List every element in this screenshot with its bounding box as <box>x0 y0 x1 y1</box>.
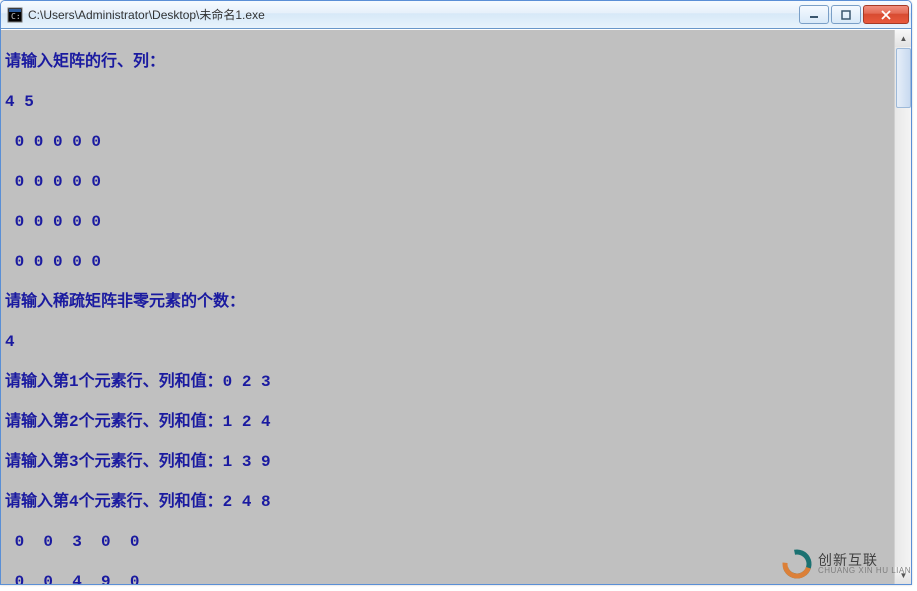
window-title: C:\Users\Administrator\Desktop\未命名1.exe <box>28 6 799 23</box>
console-output: 请输入矩阵的行、列： 4 5 0 0 0 0 0 0 0 0 0 0 0 0 0… <box>1 30 894 584</box>
app-icon: C: <box>7 7 23 23</box>
titlebar[interactable]: C: C:\Users\Administrator\Desktop\未命名1.e… <box>1 1 911 29</box>
close-button[interactable] <box>863 5 909 24</box>
watermark-logo-icon <box>780 547 814 581</box>
console-line: 请输入第1个元素行、列和值：0 2 3 <box>5 372 890 392</box>
scroll-up-arrow-icon[interactable]: ▲ <box>895 30 911 47</box>
console-line: 4 5 <box>5 92 890 112</box>
watermark-en: CHUANG XIN HU LIAN <box>818 567 911 575</box>
prompt-value: 0 2 3 <box>223 373 271 391</box>
console-line: 0 0 3 0 0 <box>5 532 890 552</box>
client-area: 请输入矩阵的行、列： 4 5 0 0 0 0 0 0 0 0 0 0 0 0 0… <box>1 29 911 584</box>
prompt-label: 请输入第3个元素行、列和值： <box>5 453 223 471</box>
console-line: 0 0 0 0 0 <box>5 212 890 232</box>
prompt-label: 请输入第1个元素行、列和值： <box>5 373 223 391</box>
window-buttons <box>799 5 909 24</box>
prompt-label: 请输入第2个元素行、列和值： <box>5 413 223 431</box>
svg-text:C:: C: <box>11 12 21 21</box>
console-line: 请输入矩阵的行、列： <box>5 52 890 72</box>
scroll-thumb[interactable] <box>896 48 911 108</box>
prompt-value: 2 4 8 <box>223 493 271 511</box>
prompt-value: 1 2 4 <box>223 413 271 431</box>
console-line: 0 0 0 0 0 <box>5 132 890 152</box>
console-line: 请输入第4个元素行、列和值：2 4 8 <box>5 492 890 512</box>
watermark: 创新互联 CHUANG XIN HU LIAN <box>780 547 911 581</box>
console-line: 请输入稀疏矩阵非零元素的个数： <box>5 292 890 312</box>
vertical-scrollbar[interactable]: ▲ ▼ <box>894 30 911 584</box>
console-line: 0 0 0 0 0 <box>5 252 890 272</box>
console-line: 0 0 0 0 0 <box>5 172 890 192</box>
console-line: 4 <box>5 332 890 352</box>
console-line: 0 0 4 9 0 <box>5 572 890 584</box>
app-window: C: C:\Users\Administrator\Desktop\未命名1.e… <box>0 0 912 585</box>
console-line: 请输入第2个元素行、列和值：1 2 4 <box>5 412 890 432</box>
maximize-button[interactable] <box>831 5 861 24</box>
watermark-text: 创新互联 CHUANG XIN HU LIAN <box>818 553 911 575</box>
prompt-label: 请输入第4个元素行、列和值： <box>5 493 223 511</box>
prompt-value: 1 3 9 <box>223 453 271 471</box>
minimize-button[interactable] <box>799 5 829 24</box>
watermark-cn: 创新互联 <box>818 553 911 567</box>
console-line: 请输入第3个元素行、列和值：1 3 9 <box>5 452 890 472</box>
